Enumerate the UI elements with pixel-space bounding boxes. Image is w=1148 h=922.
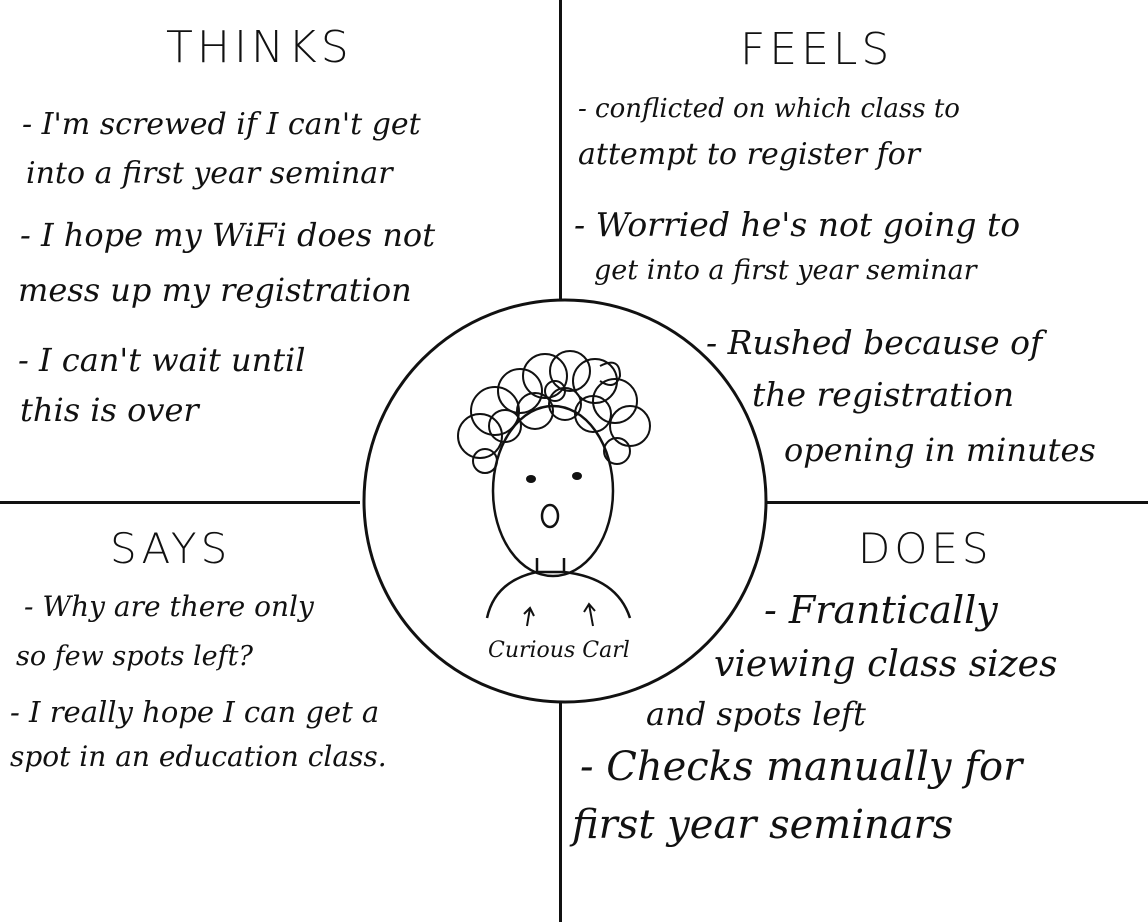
vertical-divider-top xyxy=(559,0,562,302)
does-title: DOES xyxy=(858,524,993,573)
feels-line-2: attempt to register for xyxy=(578,137,921,172)
horizontal-divider-left xyxy=(0,501,360,504)
empathy-map: Curious Carl THINKS - I'm screwed if I c… xyxy=(0,0,1148,922)
says-title: SAYS xyxy=(110,524,232,573)
feels-line-6: the registration xyxy=(752,375,1015,414)
does-line-1: - Frantically xyxy=(764,588,998,632)
thinks-line-4: mess up my registration xyxy=(18,271,412,309)
says-line-4: spot in an education class. xyxy=(10,740,387,773)
says-line-3: - I really hope I can get a xyxy=(10,695,380,729)
thinks-line-2: into a first year seminar xyxy=(26,156,393,191)
does-line-4: - Checks manually for xyxy=(580,744,1023,790)
says-line-1: - Why are there only xyxy=(24,590,314,623)
left-eye-icon xyxy=(526,475,536,483)
does-line-2: viewing class sizes xyxy=(714,644,1058,685)
thinks-line-5: - I can't wait until xyxy=(18,341,306,379)
says-line-2: so few spots left? xyxy=(16,641,253,672)
thinks-line-3: - I hope my WiFi does not xyxy=(20,216,436,254)
feels-line-3: - Worried he's not going to xyxy=(574,205,1021,244)
persona-name: Curious Carl xyxy=(488,638,630,663)
feels-line-5: - Rushed because of xyxy=(706,323,1043,362)
thinks-title: THINKS xyxy=(166,22,353,73)
thinks-line-1: - I'm screwed if I can't get xyxy=(22,107,421,142)
horizontal-divider-right xyxy=(764,501,1148,504)
does-line-3: and spots left xyxy=(646,695,866,733)
vertical-divider-bottom xyxy=(559,700,562,922)
feels-line-4: get into a first year seminar xyxy=(594,255,977,286)
right-eye-icon xyxy=(572,472,582,480)
feels-line-7: opening in minutes xyxy=(784,431,1096,469)
does-line-5: first year seminars xyxy=(572,802,954,848)
thinks-line-6: this is over xyxy=(20,391,199,429)
feels-line-1: - conflicted on which class to xyxy=(578,94,960,124)
feels-title: FEELS xyxy=(740,24,894,75)
